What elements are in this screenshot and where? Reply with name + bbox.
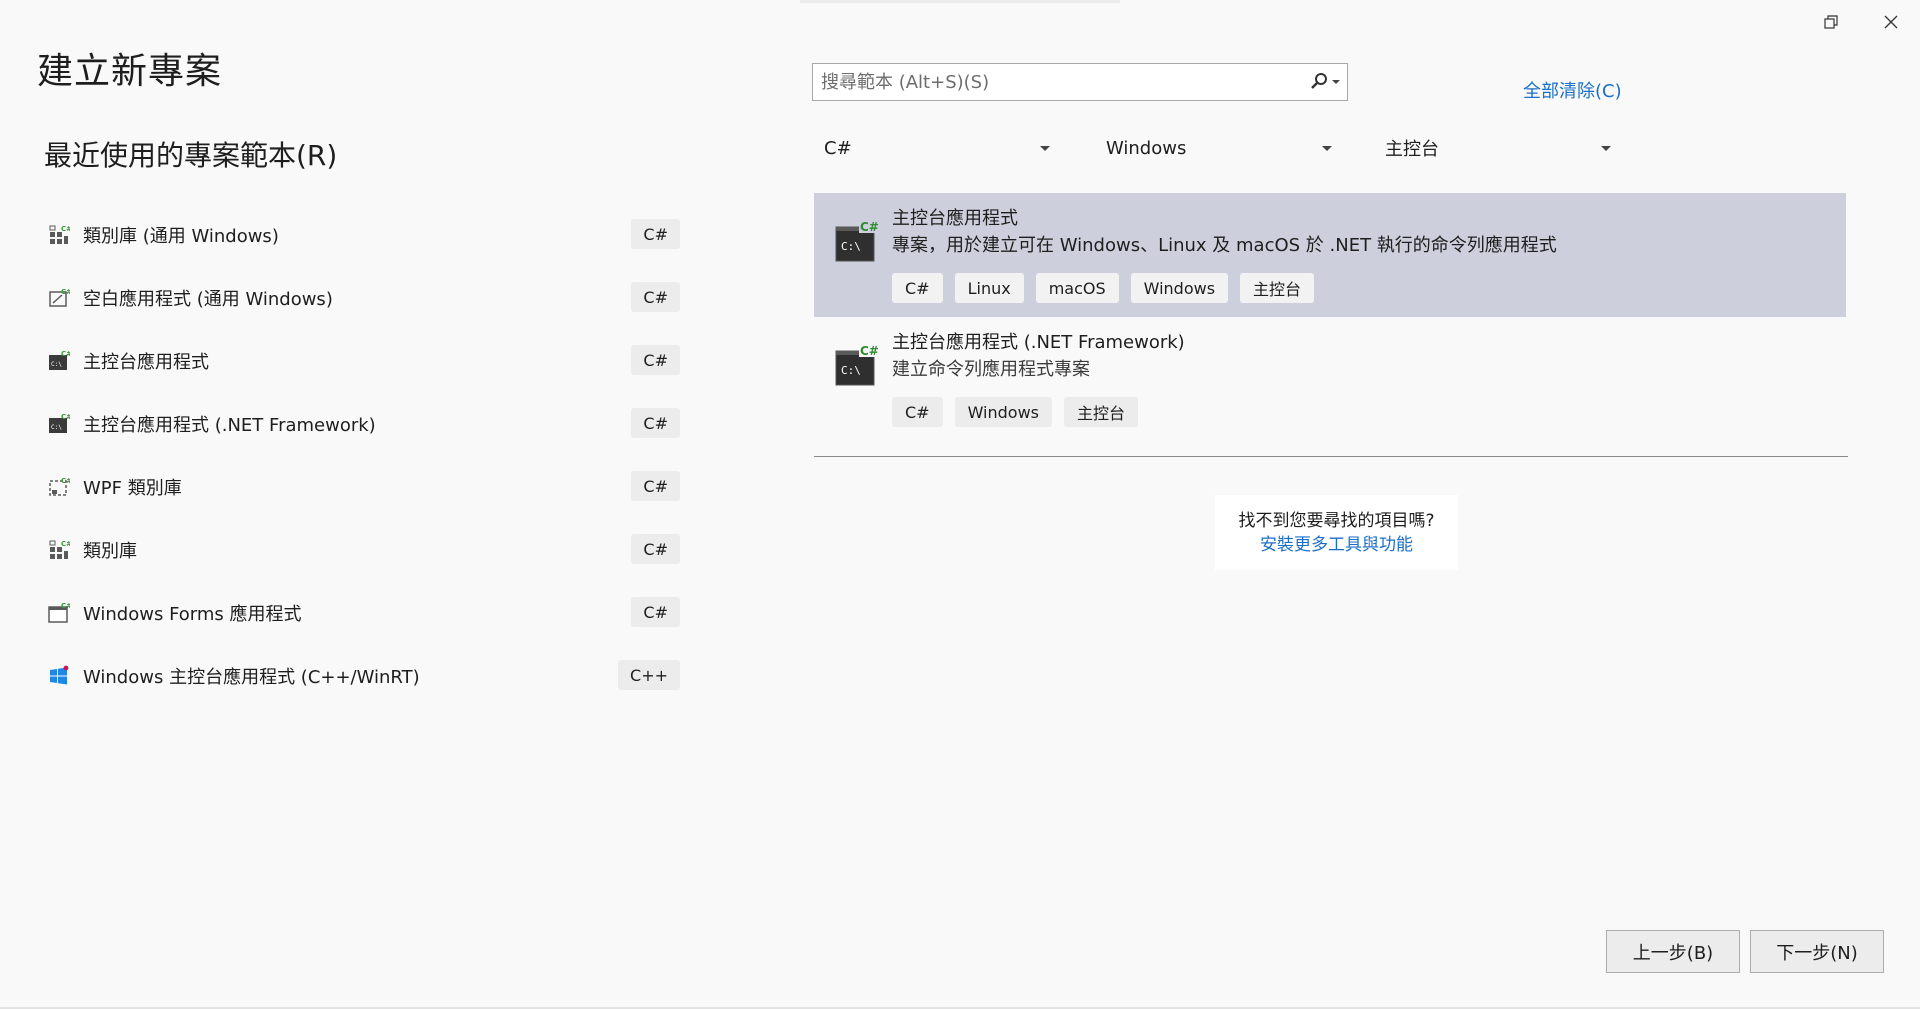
install-more-tools-link[interactable]: 安裝更多工具與功能 <box>1260 533 1413 557</box>
template-result-console-app-netfx[interactable]: C:\ C# 主控台應用程式 (.NET Framework) 建立命令列應用程… <box>814 317 1846 441</box>
recent-item-label: 類別庫 <box>83 540 137 562</box>
close-button[interactable] <box>1868 2 1914 42</box>
svg-text:C:\: C:\ <box>51 361 62 368</box>
svg-text:C#: C# <box>61 288 70 296</box>
svg-text:C#: C# <box>61 413 70 421</box>
chevron-down-icon <box>1322 145 1332 151</box>
tag: Windows <box>1130 273 1229 303</box>
recent-item-label: WPF 類別庫 <box>83 477 182 499</box>
wpf-library-icon: C# <box>47 475 71 499</box>
windows-forms-icon: C# <box>47 601 71 625</box>
class-library-icon: C# <box>47 223 71 247</box>
recent-item-console-app-netfx[interactable]: C:\ C# 主控台應用程式 (.NET Framework) C# <box>40 392 680 455</box>
recent-templates-title: 最近使用的專案範本(R) <box>44 139 338 172</box>
svg-text:C:\: C:\ <box>51 424 62 431</box>
template-title: 主控台應用程式 (.NET Framework) <box>892 332 1185 353</box>
restore-icon <box>1824 15 1838 29</box>
recent-item-label: 主控台應用程式 <box>83 351 209 373</box>
results-divider <box>814 456 1848 457</box>
recent-item-class-library-uwp[interactable]: C# 類別庫 (通用 Windows) C# <box>40 203 680 266</box>
language-badge: C# <box>631 471 680 501</box>
class-library-icon: C# <box>47 538 71 562</box>
recent-item-console-app[interactable]: C:\ C# 主控台應用程式 C# <box>40 329 680 392</box>
template-title: 主控台應用程式 <box>892 208 1018 229</box>
search-options-button[interactable] <box>1301 72 1347 92</box>
search-box <box>812 63 1348 101</box>
tag: C# <box>892 273 943 303</box>
svg-text:C#: C# <box>61 350 70 358</box>
language-badge: C# <box>631 597 680 627</box>
svg-text:C#: C# <box>61 602 70 610</box>
svg-text:C#: C# <box>61 225 70 233</box>
windows-logo-icon <box>47 664 71 688</box>
blank-app-icon: C# <box>47 286 71 310</box>
template-description: 專案，用於建立可在 Windows、Linux 及 macOS 於 .NET 執… <box>892 235 1557 256</box>
template-result-console-app[interactable]: C:\ C# 主控台應用程式 專案，用於建立可在 Windows、Linux 及… <box>814 193 1846 317</box>
tag: C# <box>892 397 943 427</box>
page-title: 建立新專案 <box>37 51 223 92</box>
language-badge: C# <box>631 408 680 438</box>
language-badge: C# <box>631 219 680 249</box>
language-badge: C++ <box>618 660 680 690</box>
recent-item-label: Windows Forms 應用程式 <box>83 603 302 625</box>
chevron-down-icon <box>1601 145 1611 151</box>
template-description: 建立命令列應用程式專案 <box>892 359 1090 380</box>
recent-item-class-library[interactable]: C# 類別庫 C# <box>40 518 680 581</box>
svg-text:C:\: C:\ <box>841 364 861 377</box>
recent-item-blank-app-uwp[interactable]: C# 空白應用程式 (通用 Windows) C# <box>40 266 680 329</box>
recent-item-windows-forms[interactable]: C# Windows Forms 應用程式 C# <box>40 581 680 644</box>
svg-text:C#: C# <box>860 220 878 234</box>
recent-item-label: Windows 主控台應用程式 (C++/WinRT) <box>83 666 420 688</box>
tag: macOS <box>1035 273 1119 303</box>
recent-templates-list: C# 類別庫 (通用 Windows) C# C# 空白應用程式 (通用 Win… <box>40 203 680 707</box>
clear-all-link[interactable]: 全部清除(C) <box>1523 77 1622 103</box>
recent-item-label: 類別庫 (通用 Windows) <box>83 225 279 247</box>
not-found-panel: 找不到您要尋找的項目嗎? 安裝更多工具與功能 <box>1215 495 1458 570</box>
chevron-down-icon <box>1040 145 1050 151</box>
console-app-icon: C:\ C# <box>834 343 879 387</box>
tag: 主控台 <box>1240 273 1315 303</box>
svg-text:C#: C# <box>860 344 878 358</box>
restore-button[interactable] <box>1808 2 1854 42</box>
search-icon <box>1310 73 1327 89</box>
close-icon <box>1884 15 1898 29</box>
platform-filter-value: Windows <box>1106 137 1187 159</box>
tag: Linux <box>954 273 1024 303</box>
platform-filter-dropdown[interactable]: Windows <box>1096 131 1342 165</box>
console-app-icon: C:\ C# <box>47 412 71 436</box>
not-found-question: 找不到您要尋找的項目嗎? <box>1238 510 1435 531</box>
search-input[interactable] <box>813 64 1301 100</box>
project-type-filter-dropdown[interactable]: 主控台 <box>1375 131 1621 165</box>
template-tags: C# Linux macOS Windows 主控台 <box>892 273 1846 303</box>
console-app-icon: C:\ C# <box>47 349 71 373</box>
language-filter-value: C# <box>824 137 852 159</box>
project-type-filter-value: 主控台 <box>1385 139 1439 160</box>
recent-item-windows-console-cppwinrt[interactable]: Windows 主控台應用程式 (C++/WinRT) C++ <box>40 644 680 707</box>
back-button[interactable]: 上一步(B) <box>1606 930 1740 973</box>
recent-item-label: 空白應用程式 (通用 Windows) <box>83 288 333 310</box>
template-tags: C# Windows 主控台 <box>892 397 1846 427</box>
next-button[interactable]: 下一步(N) <box>1750 930 1884 973</box>
template-results-list: C:\ C# 主控台應用程式 專案，用於建立可在 Windows、Linux 及… <box>814 193 1846 441</box>
svg-text:C:\: C:\ <box>841 240 861 253</box>
language-filter-dropdown[interactable]: C# <box>814 131 1060 165</box>
console-app-icon: C:\ C# <box>834 219 879 263</box>
recent-item-wpf-library[interactable]: C# WPF 類別庫 C# <box>40 455 680 518</box>
svg-text:C#: C# <box>61 540 70 548</box>
recent-item-label: 主控台應用程式 (.NET Framework) <box>83 414 376 436</box>
chevron-down-icon <box>1331 80 1340 84</box>
top-edge-shadow <box>800 0 1120 3</box>
language-badge: C# <box>631 534 680 564</box>
language-badge: C# <box>631 345 680 375</box>
language-badge: C# <box>631 282 680 312</box>
tag: Windows <box>954 397 1052 427</box>
tag: 主控台 <box>1064 397 1139 427</box>
svg-text:C#: C# <box>61 477 70 485</box>
